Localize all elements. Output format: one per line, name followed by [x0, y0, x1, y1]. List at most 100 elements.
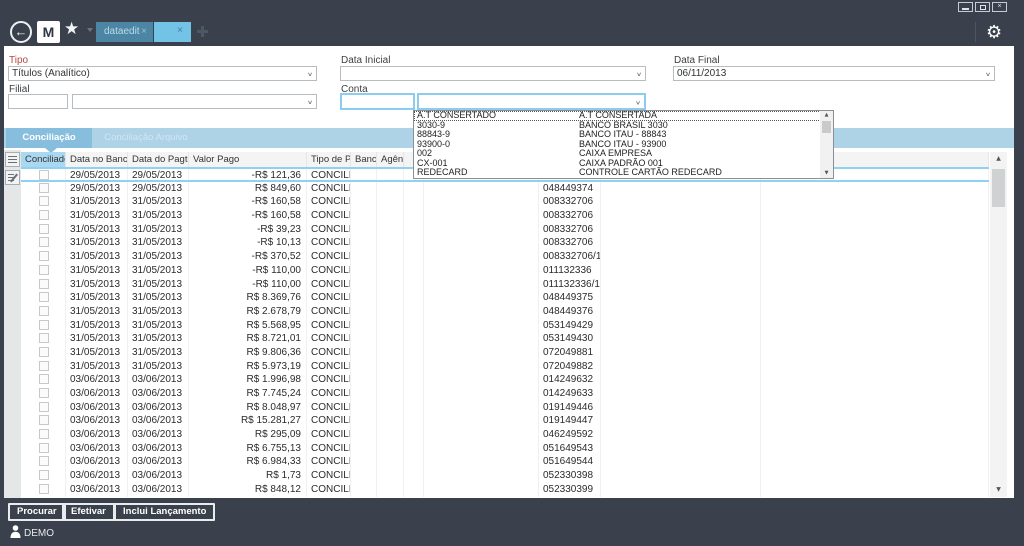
cell-agencia — [377, 428, 404, 442]
toolbar-tab-dataedit[interactable]: dataedit × — [96, 22, 153, 42]
table-row[interactable]: 03/06/201303/06/2013R$ 6.755,13CONCILIAC… — [21, 442, 989, 456]
table-row[interactable]: 31/05/201331/05/2013-R$ 39,23CONCILIACA.… — [21, 223, 989, 237]
header-data-banco[interactable]: Data no Banco — [66, 152, 128, 167]
filial-combobox[interactable]: ∨ — [72, 94, 317, 109]
table-row[interactable]: 03/06/201303/06/2013R$ 1.996,98CONCILIAC… — [21, 373, 989, 387]
row-checkbox[interactable] — [39, 347, 49, 357]
favorites-star-icon[interactable]: ★ — [64, 19, 79, 39]
new-tab-icon[interactable] — [197, 30, 208, 33]
grid-customize-button[interactable] — [5, 152, 20, 167]
conta-combobox[interactable]: ∨ — [417, 93, 646, 110]
dropdown-scrollbar[interactable]: ▲ ▼ — [820, 111, 833, 178]
toolbar-tab-active[interactable]: × — [154, 22, 191, 42]
tab-conciliacao-manual[interactable]: Conciliação Manual — [6, 128, 92, 148]
row-checkbox[interactable] — [39, 361, 49, 371]
cell-documento: 072049881 — [539, 346, 601, 360]
tipo-combobox[interactable]: Títulos (Analítico) ∨ — [8, 66, 317, 81]
close-button[interactable]: × — [992, 2, 1007, 12]
conta-code-input[interactable] — [340, 93, 415, 110]
scroll-up-icon[interactable]: ▲ — [990, 152, 1007, 166]
tab-conciliacao-arquivo[interactable]: Conciliação Arquivo — [96, 128, 196, 148]
row-checkbox[interactable] — [39, 210, 49, 220]
header-banco[interactable]: Banco — [351, 152, 377, 167]
row-checkbox[interactable] — [39, 402, 49, 412]
inclui-lancamento-button[interactable]: Inclui Lançamento — [114, 503, 215, 521]
scroll-down-icon[interactable]: ▼ — [820, 169, 833, 178]
row-checkbox[interactable] — [39, 224, 49, 234]
table-row[interactable]: 03/06/201303/06/2013R$ 848,12CONCILIACA.… — [21, 483, 989, 497]
row-checkbox[interactable] — [39, 196, 49, 206]
back-button[interactable]: ← — [10, 21, 32, 43]
tab-close-icon[interactable]: × — [177, 25, 183, 36]
minimize-button[interactable] — [958, 2, 973, 12]
table-row[interactable]: 03/06/201303/06/2013R$ 15.281,27CONCILIA… — [21, 414, 989, 428]
table-row[interactable]: 31/05/201331/05/2013R$ 8.369,76CONCILIAC… — [21, 291, 989, 305]
filial-code-input[interactable] — [8, 94, 68, 109]
row-checkbox[interactable] — [39, 443, 49, 453]
table-row[interactable]: 31/05/201331/05/2013R$ 9.806,36CONCILIAC… — [21, 346, 989, 360]
table-row[interactable]: 31/05/201331/05/2013R$ 5.973,19CONCILIAC… — [21, 360, 989, 374]
row-checkbox[interactable] — [39, 470, 49, 480]
cell-col8 — [404, 469, 424, 483]
table-row[interactable]: 31/05/201331/05/2013-R$ 110,00CONCILIACA… — [21, 278, 989, 292]
table-row[interactable]: 31/05/201331/05/2013-R$ 160,58CONCILIACA… — [21, 209, 989, 223]
row-checkbox[interactable] — [39, 456, 49, 466]
row-checkbox[interactable] — [39, 388, 49, 398]
efetivar-button[interactable]: Efetivar — [62, 503, 115, 521]
table-row[interactable]: 03/06/201303/06/2013R$ 6.984,33CONCILIAC… — [21, 455, 989, 469]
row-checkbox[interactable] — [39, 183, 49, 193]
row-checkbox[interactable] — [39, 265, 49, 275]
scroll-up-icon[interactable]: ▲ — [820, 111, 833, 120]
table-row[interactable]: 31/05/201331/05/2013R$ 8.721,01CONCILIAC… — [21, 332, 989, 346]
cell-documento: 019149446 — [539, 401, 601, 415]
row-checkbox[interactable] — [39, 415, 49, 425]
header-agencia[interactable]: Agência — [377, 152, 404, 167]
scrollbar-thumb[interactable] — [992, 169, 1005, 207]
data-final-combobox[interactable]: 06/11/2013 ∨ — [673, 66, 995, 81]
maximize-button[interactable] — [975, 2, 990, 12]
vertical-scrollbar[interactable]: ▲ ▼ — [990, 152, 1007, 497]
table-row[interactable]: 29/05/201329/05/2013R$ 849,60CONCILIACA.… — [21, 182, 989, 196]
cell-valor-pago: R$ 849,60 — [189, 182, 307, 196]
row-checkbox[interactable] — [39, 292, 49, 302]
tab-close-icon[interactable]: × — [141, 22, 147, 42]
header-valor-pago[interactable]: Valor Pago — [189, 152, 307, 167]
table-row[interactable]: 31/05/201331/05/2013-R$ 370,52CONCILIACA… — [21, 250, 989, 264]
table-row[interactable]: 03/06/201303/06/2013R$ 295,09CONCILIACA.… — [21, 428, 989, 442]
table-row[interactable]: 31/05/201331/05/2013-R$ 160,58CONCILIACA… — [21, 195, 989, 209]
logged-user-label: DEMO — [24, 528, 54, 539]
data-inicial-combobox[interactable]: ∨ — [340, 66, 646, 81]
row-checkbox[interactable] — [39, 374, 49, 384]
scroll-down-icon[interactable]: ▼ — [990, 483, 1007, 497]
cell-col12 — [761, 442, 989, 456]
table-row[interactable]: 03/06/201303/06/2013R$ 8.048,97CONCILIAC… — [21, 401, 989, 415]
row-checkbox[interactable] — [39, 333, 49, 343]
row-checkbox[interactable] — [39, 320, 49, 330]
table-row[interactable]: 31/05/201331/05/2013R$ 2.678,79CONCILIAC… — [21, 305, 989, 319]
row-checkbox[interactable] — [39, 484, 49, 494]
scrollbar-thumb[interactable] — [822, 121, 831, 133]
cell-col8 — [404, 278, 424, 292]
favorites-caret-icon[interactable] — [87, 28, 93, 32]
dropdown-item[interactable]: REDECARDCONTROLE CARTÃO REDECARD — [414, 168, 833, 178]
cell-data-banco: 03/06/2013 — [66, 401, 128, 415]
procurar-button[interactable]: Procurar — [8, 503, 66, 521]
row-checkbox[interactable] — [39, 429, 49, 439]
table-row[interactable]: 31/05/201331/05/2013R$ 5.568,95CONCILIAC… — [21, 319, 989, 333]
table-row[interactable]: 03/06/201303/06/2013R$ 7.745,24CONCILIAC… — [21, 387, 989, 401]
table-row[interactable]: 03/06/201303/06/2013R$ 1,73CONCILIACA...… — [21, 469, 989, 483]
cell-banco — [351, 319, 377, 333]
table-row[interactable]: 31/05/201331/05/2013-R$ 10,13CONCILIACA.… — [21, 236, 989, 250]
row-checkbox[interactable] — [39, 170, 49, 180]
cell-col12 — [761, 223, 989, 237]
row-checkbox[interactable] — [39, 306, 49, 316]
row-checkbox[interactable] — [39, 279, 49, 289]
grid-edit-filter-button[interactable] — [5, 170, 20, 185]
settings-gear-icon[interactable]: ⚙ — [986, 22, 1002, 43]
row-checkbox[interactable] — [39, 237, 49, 247]
header-data-pagto[interactable]: Data do Pagto — [128, 152, 189, 167]
row-checkbox[interactable] — [39, 251, 49, 261]
header-conciliado[interactable]: Conciliado — [21, 152, 66, 167]
table-row[interactable]: 31/05/201331/05/2013-R$ 110,00CONCILIACA… — [21, 264, 989, 278]
header-tipo-pagto[interactable]: Tipo de Pagto — [307, 152, 351, 167]
